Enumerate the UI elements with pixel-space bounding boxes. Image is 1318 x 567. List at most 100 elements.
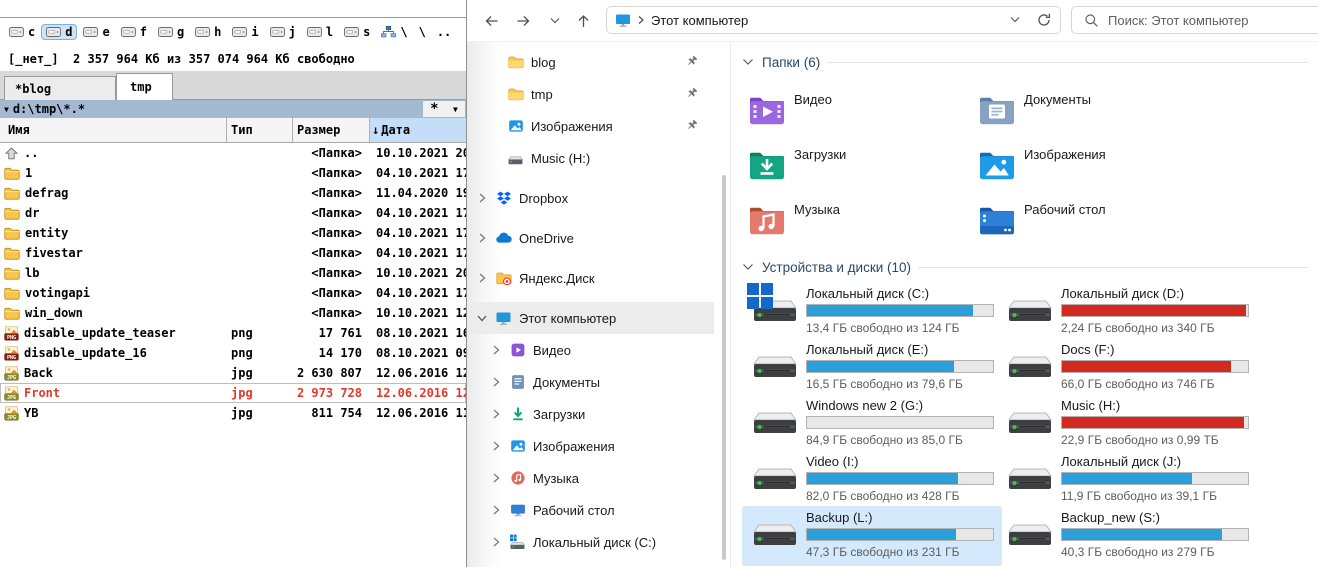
group-header-folders[interactable]: Папки (6) <box>741 52 1308 72</box>
chevron-down-icon[interactable] <box>475 311 489 325</box>
sidebar-item-музыка[interactable]: Музыка <box>467 462 714 494</box>
sidebar-item-видео[interactable]: Видео <box>467 334 714 366</box>
drive-tile-docs-f-[interactable]: Docs (F:)66,0 ГБ свободно из 746 ГБ <box>1003 341 1255 397</box>
drive-button-h[interactable]: h <box>191 25 225 39</box>
file-row-disable_update_16[interactable]: PNGdisable_update_16png14 17008.10.2021 … <box>0 343 466 363</box>
sidebar-item-загрузки[interactable]: Загрузки <box>467 398 714 430</box>
network-drive-button[interactable]: \ <box>377 24 411 40</box>
sidebar-scrollbar[interactable] <box>722 175 726 560</box>
sidebar-item-документы[interactable]: Документы <box>467 366 714 398</box>
file-name: entity <box>25 226 68 240</box>
root-button[interactable]: \ <box>415 25 430 39</box>
sidebar-item-dropbox[interactable]: Dropbox <box>467 182 714 214</box>
drive-tile-backup-new-s-[interactable]: Backup_new (S:)40,3 ГБ свободно из 279 Г… <box>1003 509 1255 565</box>
parent-dir-button[interactable]: .. <box>433 25 455 39</box>
chevron-right-icon[interactable] <box>489 471 503 485</box>
chevron-right-icon[interactable] <box>489 407 503 421</box>
drive-tile-music-h-[interactable]: Music (H:)22,9 ГБ свободно из 0,99 ТБ <box>1003 397 1255 453</box>
sidebar-item-локальный-диск-c-[interactable]: Локальный диск (C:) <box>467 526 714 558</box>
file-row-fivestar[interactable]: fivestar<Папка>04.10.2021 17 <box>0 243 466 263</box>
drive-tile-локальный-диск-c-[interactable]: Локальный диск (C:)13,4 ГБ свободно из 1… <box>748 285 1000 341</box>
chevron-right-icon[interactable] <box>475 191 489 205</box>
file-row-entity[interactable]: entity<Папка>04.10.2021 17 <box>0 223 466 243</box>
file-row-YB[interactable]: JPGYBjpg811 75412.06.2016 11 <box>0 403 466 423</box>
file-row-disable_update_teaser[interactable]: PNGdisable_update_teaserpng17 76108.10.2… <box>0 323 466 343</box>
sidebar-item-рабочий-стол[interactable]: Рабочий стол <box>467 494 714 526</box>
sidebar-item-изображения[interactable]: Изображения <box>467 430 714 462</box>
drive-button-i[interactable]: i <box>228 25 262 39</box>
drive-button-d[interactable]: d <box>42 25 76 39</box>
folder-tile-изображения[interactable]: Изображения <box>978 137 1208 192</box>
favorites-star-button[interactable]: * <box>430 104 438 114</box>
file-row-win_down[interactable]: win_down<Папка>10.10.2021 12 <box>0 303 466 323</box>
folder-tile-музыка[interactable]: Музыка <box>748 192 978 247</box>
refresh-icon[interactable] <box>1036 12 1052 28</box>
collapse-chevron-icon[interactable] <box>741 260 755 274</box>
folder-icon <box>4 227 20 240</box>
forward-button[interactable] <box>515 13 532 29</box>
file-row-defrag[interactable]: defrag<Папка>11.04.2020 19 <box>0 183 466 203</box>
folder-tile-видео[interactable]: Видео <box>748 82 978 137</box>
drive-button-s[interactable]: s <box>340 25 374 39</box>
file-row-lb[interactable]: lb<Папка>10.10.2021 20 <box>0 263 466 283</box>
chevron-right-icon[interactable] <box>489 343 503 357</box>
search-box[interactable]: Поиск: Этот компьютер <box>1071 6 1318 34</box>
folder-tile-рабочий-стол[interactable]: Рабочий стол <box>978 192 1208 247</box>
chevron-right-icon[interactable] <box>475 231 489 245</box>
address-dropdown-chevron-icon[interactable] <box>1009 15 1021 25</box>
up-button[interactable] <box>575 13 592 29</box>
sidebar-item-изображения[interactable]: Изображения <box>467 110 714 142</box>
sidebar-item-blog[interactable]: blog <box>467 46 714 78</box>
group-header-drives[interactable]: Устройства и диски (10) <box>741 257 1308 277</box>
path-dropdown-button[interactable]: ▼ <box>453 105 458 114</box>
sidebar-item-onedrive[interactable]: OneDrive <box>467 222 714 254</box>
drive-tile-backup-l-[interactable]: Backup (L:)47,3 ГБ свободно из 231 ГБ <box>748 509 1000 565</box>
column-header-name[interactable]: Имя <box>0 118 227 142</box>
drive-tile-локальный-диск-d-[interactable]: Локальный диск (D:)2,24 ГБ свободно из 3… <box>1003 285 1255 341</box>
drive-free-space: 47,3 ГБ свободно из 231 ГБ <box>806 545 960 559</box>
path-history-caret-icon[interactable]: ▼ <box>4 105 9 114</box>
file-row-Back[interactable]: JPGBackjpg2 630 80712.06.2016 12 <box>0 363 466 383</box>
chevron-right-icon[interactable] <box>489 535 503 549</box>
path-bar-controls: * ▼ <box>423 101 465 117</box>
drive-button-f[interactable]: f <box>117 25 151 39</box>
breadcrumb[interactable]: Этот компьютер <box>651 13 748 28</box>
drive-button-g[interactable]: g <box>154 25 188 39</box>
drive-label: Music (H:) <box>1061 398 1120 413</box>
chevron-right-icon[interactable] <box>489 503 503 517</box>
folder-tile-загрузки[interactable]: Загрузки <box>748 137 978 192</box>
address-bar[interactable]: Этот компьютер <box>606 6 1061 34</box>
drive-button-c[interactable]: c <box>5 25 39 39</box>
folder-tile-документы[interactable]: Документы <box>978 82 1208 137</box>
tab-tmp[interactable]: tmp <box>116 73 173 100</box>
tab-blog[interactable]: *blog <box>4 76 116 100</box>
sidebar-item-яндекс-диск[interactable]: Яндекс.Диск <box>467 262 714 294</box>
sidebar-item-tmp[interactable]: tmp <box>467 78 714 110</box>
drive-tile-windows-new-2-g-[interactable]: Windows new 2 (G:)84,9 ГБ свободно из 85… <box>748 397 1000 453</box>
drive-tile-video-i-[interactable]: Video (I:)82,0 ГБ свободно из 428 ГБ <box>748 453 1000 509</box>
recent-locations-chevron-icon[interactable] <box>549 16 561 26</box>
back-button[interactable] <box>483 13 500 29</box>
column-header-date[interactable]: ↓ Дата <box>370 118 466 142</box>
drive-button-l[interactable]: l <box>303 25 337 39</box>
file-row-dr[interactable]: dr<Папка>04.10.2021 17 <box>0 203 466 223</box>
column-header-size[interactable]: Размер <box>293 118 370 142</box>
column-header-type[interactable]: Тип <box>227 118 293 142</box>
sidebar-item-этот-компьютер[interactable]: Этот компьютер <box>467 302 714 334</box>
current-path-bar[interactable]: ▼ d:\tmp\*.* * ▼ <box>0 100 466 118</box>
collapse-chevron-icon[interactable] <box>741 55 755 69</box>
file-size: 14 170 <box>293 346 370 360</box>
drive-tile-локальный-диск-j-[interactable]: Локальный диск (J:)11,9 ГБ свободно из 3… <box>1003 453 1255 509</box>
pin-icon <box>685 87 698 100</box>
chevron-right-icon[interactable] <box>489 375 503 389</box>
file-row-Front[interactable]: JPGFrontjpg2 973 72812.06.2016 12 <box>0 383 466 403</box>
file-row-votingapi[interactable]: votingapi<Папка>04.10.2021 17 <box>0 283 466 303</box>
drive-button-e[interactable]: e <box>79 25 113 39</box>
chevron-right-icon[interactable] <box>475 271 489 285</box>
file-row-..[interactable]: ..<Папка>10.10.2021 20 <box>0 143 466 163</box>
sidebar-item-music-h-[interactable]: Music (H:) <box>467 142 714 174</box>
chevron-right-icon[interactable] <box>489 439 503 453</box>
drive-button-j[interactable]: j <box>266 25 300 39</box>
drive-tile-локальный-диск-e-[interactable]: Локальный диск (E:)16,5 ГБ свободно из 7… <box>748 341 1000 397</box>
file-row-1[interactable]: 1<Папка>04.10.2021 17 <box>0 163 466 183</box>
